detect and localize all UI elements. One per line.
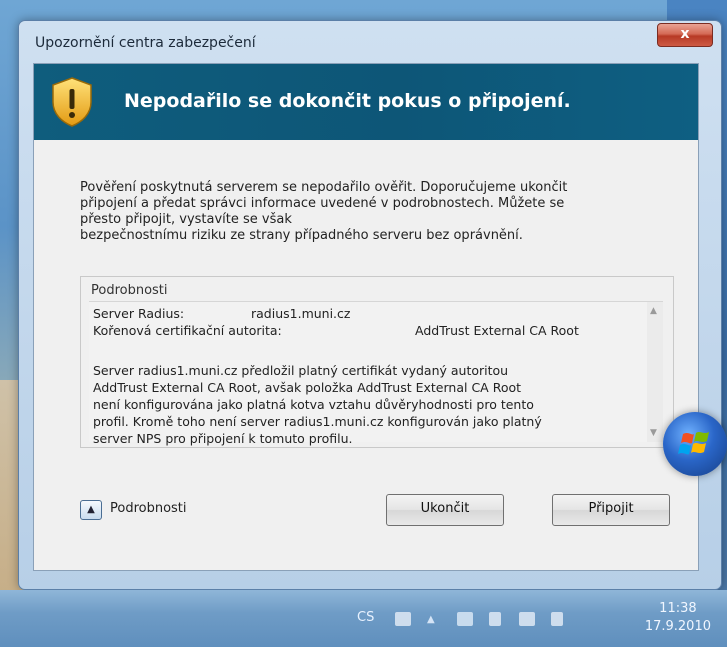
window-title: Upozornění centra zabezpečení [35, 35, 256, 51]
details-group: Podrobnosti Server Radius: radius1.muni.… [80, 276, 674, 448]
action-center-flag-icon[interactable] [457, 612, 473, 626]
battery-icon[interactable] [489, 612, 501, 626]
dialog-body: Pověření poskytnutá serverem se nepodaři… [34, 140, 698, 570]
title-bar[interactable]: Upozornění centra zabezpečení x [19, 21, 721, 61]
volume-icon[interactable] [551, 612, 563, 626]
ca-key: Kořenová certifikační autorita: [93, 323, 282, 338]
scroll-down-arrow-icon[interactable]: ▼ [650, 428, 657, 438]
language-indicator[interactable]: CS [357, 610, 374, 625]
security-alert-dialog: Upozornění centra zabezpečení x Nepodaři… [18, 20, 722, 590]
banner-title: Nepodařilo se dokončit pokus o připojení… [124, 90, 571, 112]
clock-time: 11:38 [659, 601, 697, 616]
network-icon[interactable] [519, 612, 535, 626]
keyboard-icon[interactable] [395, 612, 411, 626]
details-toggle-label[interactable]: Podrobnosti [110, 501, 187, 516]
scroll-up-arrow-icon[interactable]: ▲ [650, 306, 657, 316]
show-hidden-icons-icon[interactable]: ▲ [427, 614, 443, 628]
dialog-content: Nepodařilo se dokončit pokus o připojení… [33, 63, 699, 571]
cancel-button[interactable]: Ukončit [386, 494, 504, 526]
windows-start-orb-icon[interactable] [663, 412, 727, 476]
warning-message: Pověření poskytnutá serverem se nepodaři… [80, 180, 568, 243]
server-value: radius1.muni.cz [251, 306, 351, 321]
clock[interactable]: 11:38 17.9.2010 [645, 600, 711, 636]
details-description: Server radius1.muni.cz předložil platný … [93, 363, 542, 446]
windows-logo-icon [678, 432, 709, 455]
details-toggle-button[interactable]: ▲ [80, 500, 102, 520]
details-legend: Podrobnosti [91, 283, 168, 298]
close-button[interactable]: x [657, 23, 713, 47]
ca-value: AddTrust External CA Root [415, 323, 579, 338]
clock-date: 17.9.2010 [644, 619, 711, 634]
details-scrollbar[interactable]: ▲ ▼ [647, 302, 663, 442]
dialog-footer: ▲ Podrobnosti Ukončit Připojit [34, 480, 698, 570]
server-key: Server Radius: [93, 306, 185, 321]
header-banner: Nepodařilo se dokončit pokus o připojení… [34, 64, 698, 140]
system-tray: CS ▲ 11:38 17.9.2010 [347, 590, 727, 647]
chevron-up-icon: ▲ [87, 504, 95, 515]
taskbar: CS ▲ 11:38 17.9.2010 [0, 590, 727, 647]
details-text-box[interactable]: Server Radius: radius1.muni.cz Kořenová … [89, 301, 663, 446]
shield-warning-icon [52, 77, 92, 127]
connect-button[interactable]: Připojit [552, 494, 670, 526]
